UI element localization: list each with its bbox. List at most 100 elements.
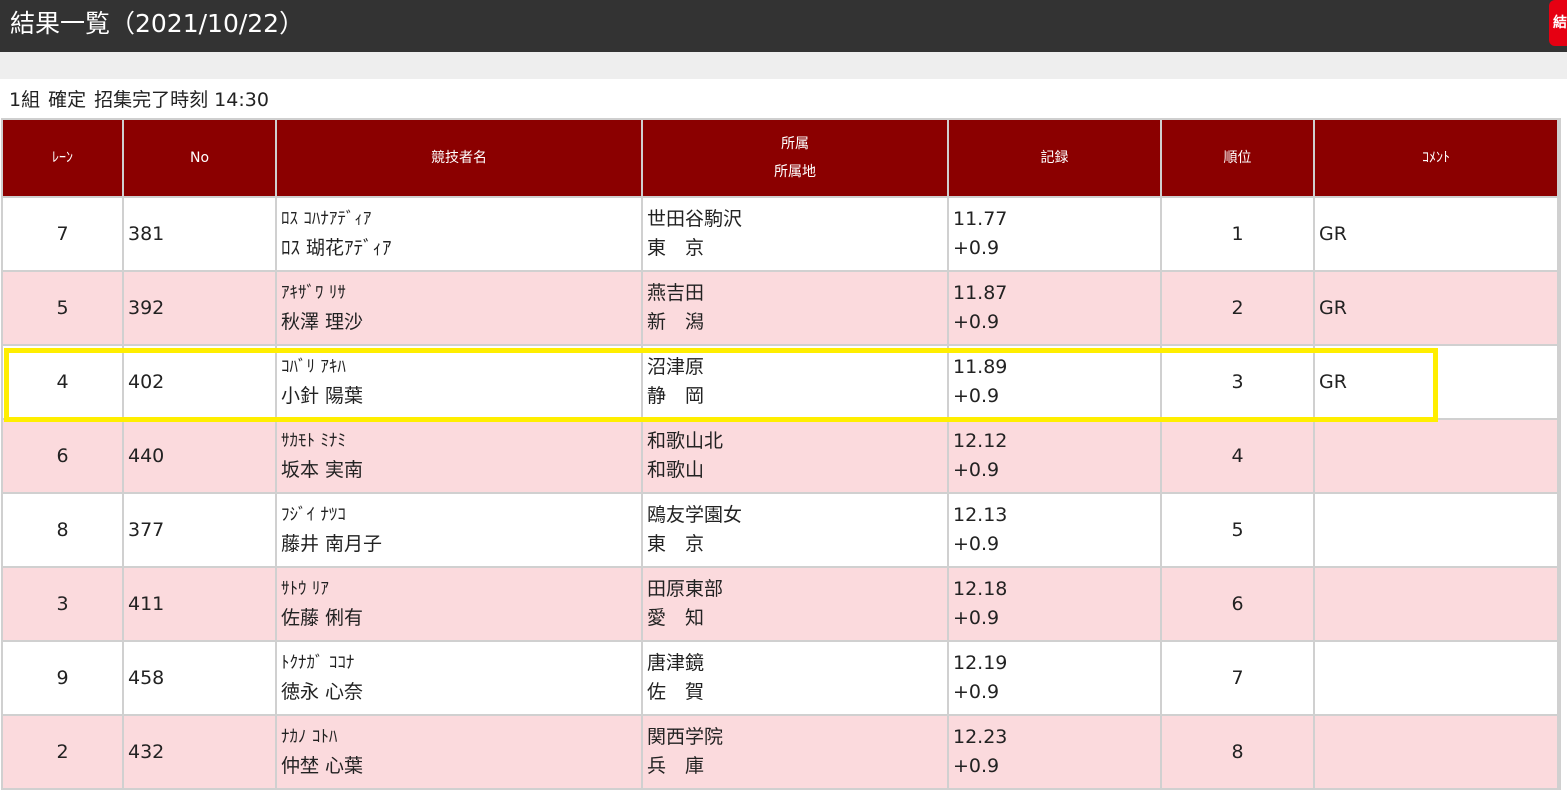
table-row[interactable]: 2 432 ﾅｶﾉ ｺﾄﾊ 仲埜 心葉 関西学院兵 庫 12.23 +0.9 8: [1, 714, 1561, 790]
row-spacer-cell: [1557, 196, 1561, 272]
header-comment[interactable]: ｺﾒﾝﾄ: [1313, 118, 1559, 198]
lane-cell: 2: [1, 714, 124, 790]
table-row[interactable]: 9 458 ﾄｸﾅｶﾞ ｺｺﾅ 徳永 心奈 唐津鏡佐 賀 12.19 +0.9 7: [1, 640, 1561, 716]
team-cell: 世田谷駒沢東 京: [641, 196, 949, 272]
row-spacer-cell: [1557, 566, 1561, 642]
athlete-name: 仲埜 心葉: [281, 755, 364, 777]
record-cell: 11.89 +0.9: [947, 344, 1162, 420]
bib-number-cell: 381: [122, 196, 277, 272]
header-rank[interactable]: 順位: [1160, 118, 1315, 198]
header-record[interactable]: 記録: [947, 118, 1162, 198]
team-region: 静 岡: [647, 385, 705, 407]
athlete-name: 坂本 実南: [281, 459, 364, 481]
bib-number-cell: 377: [122, 492, 277, 568]
header-team[interactable]: 所属 所属地: [641, 118, 949, 198]
heat-label: 1組 確定 招集完了時刻 14:30: [9, 86, 269, 114]
team-region: 新 潟: [647, 311, 705, 333]
comment-cell: [1313, 566, 1559, 642]
table-row[interactable]: 5 392 ｱｷｻﾞﾜ ﾘｻ 秋澤 理沙 燕吉田新 潟 11.87 +0.9 2 GR: [1, 270, 1561, 346]
record-time: 12.18: [953, 578, 1008, 600]
record-cell: 11.77 +0.9: [947, 196, 1162, 272]
row-spacer-cell: [1557, 714, 1561, 790]
title-bar: 結果一覧（2021/10/22） 結: [0, 0, 1567, 52]
table-row[interactable]: 3 411 ｻﾄｳ ﾘｱ 佐藤 俐有 田原東部愛 知 12.18 +0.9 6: [1, 566, 1561, 642]
athlete-kana: ﾌｼﾞｲ ﾅﾂｺ: [281, 505, 346, 525]
team-cell: 関西学院兵 庫: [641, 714, 949, 790]
record-cell: 12.18 +0.9: [947, 566, 1162, 642]
lane-cell: 9: [1, 640, 124, 716]
athlete-name-cell: ｻﾄｳ ﾘｱ 佐藤 俐有: [275, 566, 643, 642]
athlete-kana: ｻｶﾓﾄ ﾐﾅﾐ: [281, 431, 346, 451]
team-cell: 唐津鏡佐 賀: [641, 640, 949, 716]
record-cell: 11.87 +0.9: [947, 270, 1162, 346]
heat-group: 1組: [9, 89, 41, 111]
heat-status: 確定: [48, 89, 87, 111]
team-region: 東 京: [647, 237, 705, 259]
team-name: 鴎友学園女: [647, 504, 743, 526]
rank-cell: 7: [1160, 640, 1315, 716]
header-no[interactable]: No: [122, 118, 277, 198]
header-lane[interactable]: ﾚｰﾝ: [1, 118, 124, 198]
record-time: 11.87: [953, 282, 1008, 304]
lane-cell: 8: [1, 492, 124, 568]
record-time: 12.19: [953, 652, 1008, 674]
rank-cell: 4: [1160, 418, 1315, 494]
athlete-name: 藤井 南月子: [281, 533, 383, 555]
rank-cell: 2: [1160, 270, 1315, 346]
athlete-name-cell: ﾄｸﾅｶﾞ ｺｺﾅ 徳永 心奈: [275, 640, 643, 716]
lane-cell: 4: [1, 344, 124, 420]
team-region: 兵 庫: [647, 755, 705, 777]
record-wind: +0.9: [953, 237, 1000, 259]
team-region: 愛 知: [647, 607, 705, 629]
header-name[interactable]: 競技者名: [275, 118, 643, 198]
team-name: 唐津鏡: [647, 652, 705, 674]
rank-cell: 6: [1160, 566, 1315, 642]
record-wind: +0.9: [953, 385, 1000, 407]
comment-cell: [1313, 640, 1559, 716]
record-time: 12.13: [953, 504, 1008, 526]
bib-number-cell: 458: [122, 640, 277, 716]
athlete-kana: ﾄｸﾅｶﾞ ｺｺﾅ: [281, 653, 355, 673]
sub-toolbar: [0, 52, 1567, 79]
row-spacer-cell: [1557, 270, 1561, 346]
record-cell: 12.23 +0.9: [947, 714, 1162, 790]
team-cell: 沼津原静 岡: [641, 344, 949, 420]
team-name: 世田谷駒沢: [647, 208, 743, 230]
athlete-name: 秋澤 理沙: [281, 311, 364, 333]
rank-cell: 3: [1160, 344, 1315, 420]
table-row[interactable]: 4 402 ｺﾊﾞﾘ ｱｷﾊ 小針 陽葉 沼津原静 岡 11.89 +0.9 3 GR: [1, 344, 1561, 420]
header-spacer: [1557, 118, 1561, 198]
results-body: 7 381 ﾛｽ ｺﾊﾅｱﾃﾞｨｱ ﾛｽ 瑚花ｱﾃﾞｨｱ 世田谷駒沢東 京 11.77 +0…: [1, 196, 1561, 790]
lane-cell: 3: [1, 566, 124, 642]
row-spacer-cell: [1557, 344, 1561, 420]
table-row[interactable]: 6 440 ｻｶﾓﾄ ﾐﾅﾐ 坂本 実南 和歌山北 和歌山 12.12 +0.9 4: [1, 418, 1561, 494]
rank-cell: 8: [1160, 714, 1315, 790]
team-name: 和歌山北: [647, 430, 724, 452]
corner-badge[interactable]: 結: [1549, 0, 1567, 46]
comment-cell: [1313, 714, 1559, 790]
record-wind: +0.9: [953, 311, 1000, 333]
page-title: 結果一覧（2021/10/22）: [10, 9, 305, 38]
record-time: 11.89: [953, 356, 1008, 378]
record-wind: +0.9: [953, 755, 1000, 777]
team-name: 田原東部: [647, 578, 724, 600]
bib-number-cell: 402: [122, 344, 277, 420]
comment-cell: GR: [1313, 344, 1559, 420]
team-region: 和歌山: [647, 459, 705, 481]
athlete-kana: ｺﾊﾞﾘ ｱｷﾊ: [281, 357, 346, 377]
record-cell: 12.13 +0.9: [947, 492, 1162, 568]
table-row[interactable]: 7 381 ﾛｽ ｺﾊﾅｱﾃﾞｨｱ ﾛｽ 瑚花ｱﾃﾞｨｱ 世田谷駒沢東 京 11.77 +0…: [1, 196, 1561, 272]
table-row[interactable]: 8 377 ﾌｼﾞｲ ﾅﾂｺ 藤井 南月子 鴎友学園女東 京 12.13 +0.9 5: [1, 492, 1561, 568]
team-name: 沼津原: [647, 356, 705, 378]
athlete-kana: ﾅｶﾉ ｺﾄﾊ: [281, 727, 338, 747]
heat-call-time: 招集完了時刻 14:30: [94, 89, 269, 111]
athlete-kana: ｱｷｻﾞﾜ ﾘｻ: [281, 283, 346, 303]
team-name: 関西学院: [647, 726, 724, 748]
athlete-name-cell: ｻｶﾓﾄ ﾐﾅﾐ 坂本 実南: [275, 418, 643, 494]
record-wind: +0.9: [953, 607, 1000, 629]
lane-cell: 7: [1, 196, 124, 272]
bib-number-cell: 440: [122, 418, 277, 494]
row-spacer-cell: [1557, 640, 1561, 716]
bib-number-cell: 432: [122, 714, 277, 790]
athlete-kana: ﾛｽ ｺﾊﾅｱﾃﾞｨｱ: [281, 209, 372, 229]
